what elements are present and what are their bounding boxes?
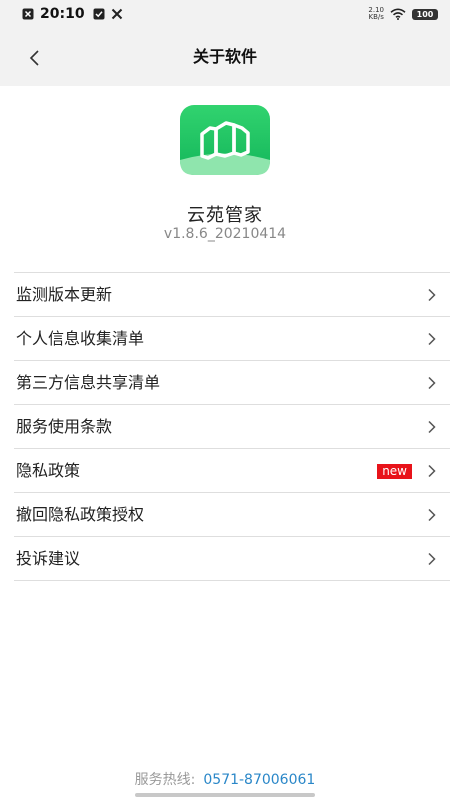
status-right: 2.10 KB/s 100 [368,7,438,21]
chevron-right-icon [428,552,436,566]
check-icon [93,8,105,20]
hotline-label: 服务热线: [134,772,196,788]
hotline-number-link[interactable]: 0571-87006061 [203,772,315,788]
app-name: 云苑管家 [187,205,263,226]
menu-item-label: 撤回隐私政策授权 [16,505,145,524]
app-logo-icon [180,105,270,175]
header: 关于软件 [0,28,450,86]
page-title: 关于软件 [192,47,257,66]
status-left: 20:10 [22,6,123,22]
chevron-right-icon [428,420,436,434]
chevron-right-icon [428,464,436,478]
menu-item-terms-of-service[interactable]: 服务使用条款 [14,405,450,449]
chevron-right-icon [428,332,436,346]
menu-item-privacy-policy[interactable]: 隐私政策 new [14,449,450,493]
app-version: v1.8.6_20210414 [163,226,287,242]
menu-item-feedback[interactable]: 投诉建议 [14,537,450,581]
new-badge: new [377,464,412,479]
battery-icon: 100 [412,8,438,20]
menu-item-label: 个人信息收集清单 [16,329,145,348]
network-speed: 2.10 KB/s [368,7,384,21]
settings-menu: 监测版本更新 个人信息收集清单 第三方信息共享清单 服务使用条款 隐私政策 ne… [14,272,450,581]
menu-item-label: 第三方信息共享清单 [16,373,161,392]
tools-icon [111,8,122,20]
menu-item-revoke-privacy-consent[interactable]: 撤回隐私政策授权 [14,493,450,537]
menu-item-label: 隐私政策 [16,461,81,480]
chevron-right-icon [428,288,436,302]
chevron-right-icon [428,376,436,390]
wifi-icon [390,8,406,20]
chevron-right-icon [428,508,436,522]
menu-item-label: 服务使用条款 [16,417,113,436]
service-hotline: 服务热线: 0571-87006061 [0,769,450,789]
status-bar: 20:10 2.10 KB/s 100 [0,0,450,28]
menu-item-label: 监测版本更新 [16,285,113,304]
network-speed-unit: KB/s [368,13,384,21]
menu-item-personal-info-list[interactable]: 个人信息收集清单 [14,317,450,361]
home-indicator[interactable] [135,793,315,797]
status-time: 20:10 [40,6,85,22]
menu-item-label: 投诉建议 [16,549,81,568]
menu-item-third-party-sharing[interactable]: 第三方信息共享清单 [14,361,450,405]
menu-item-check-update[interactable]: 监测版本更新 [14,273,450,317]
notification-icon [22,8,34,20]
